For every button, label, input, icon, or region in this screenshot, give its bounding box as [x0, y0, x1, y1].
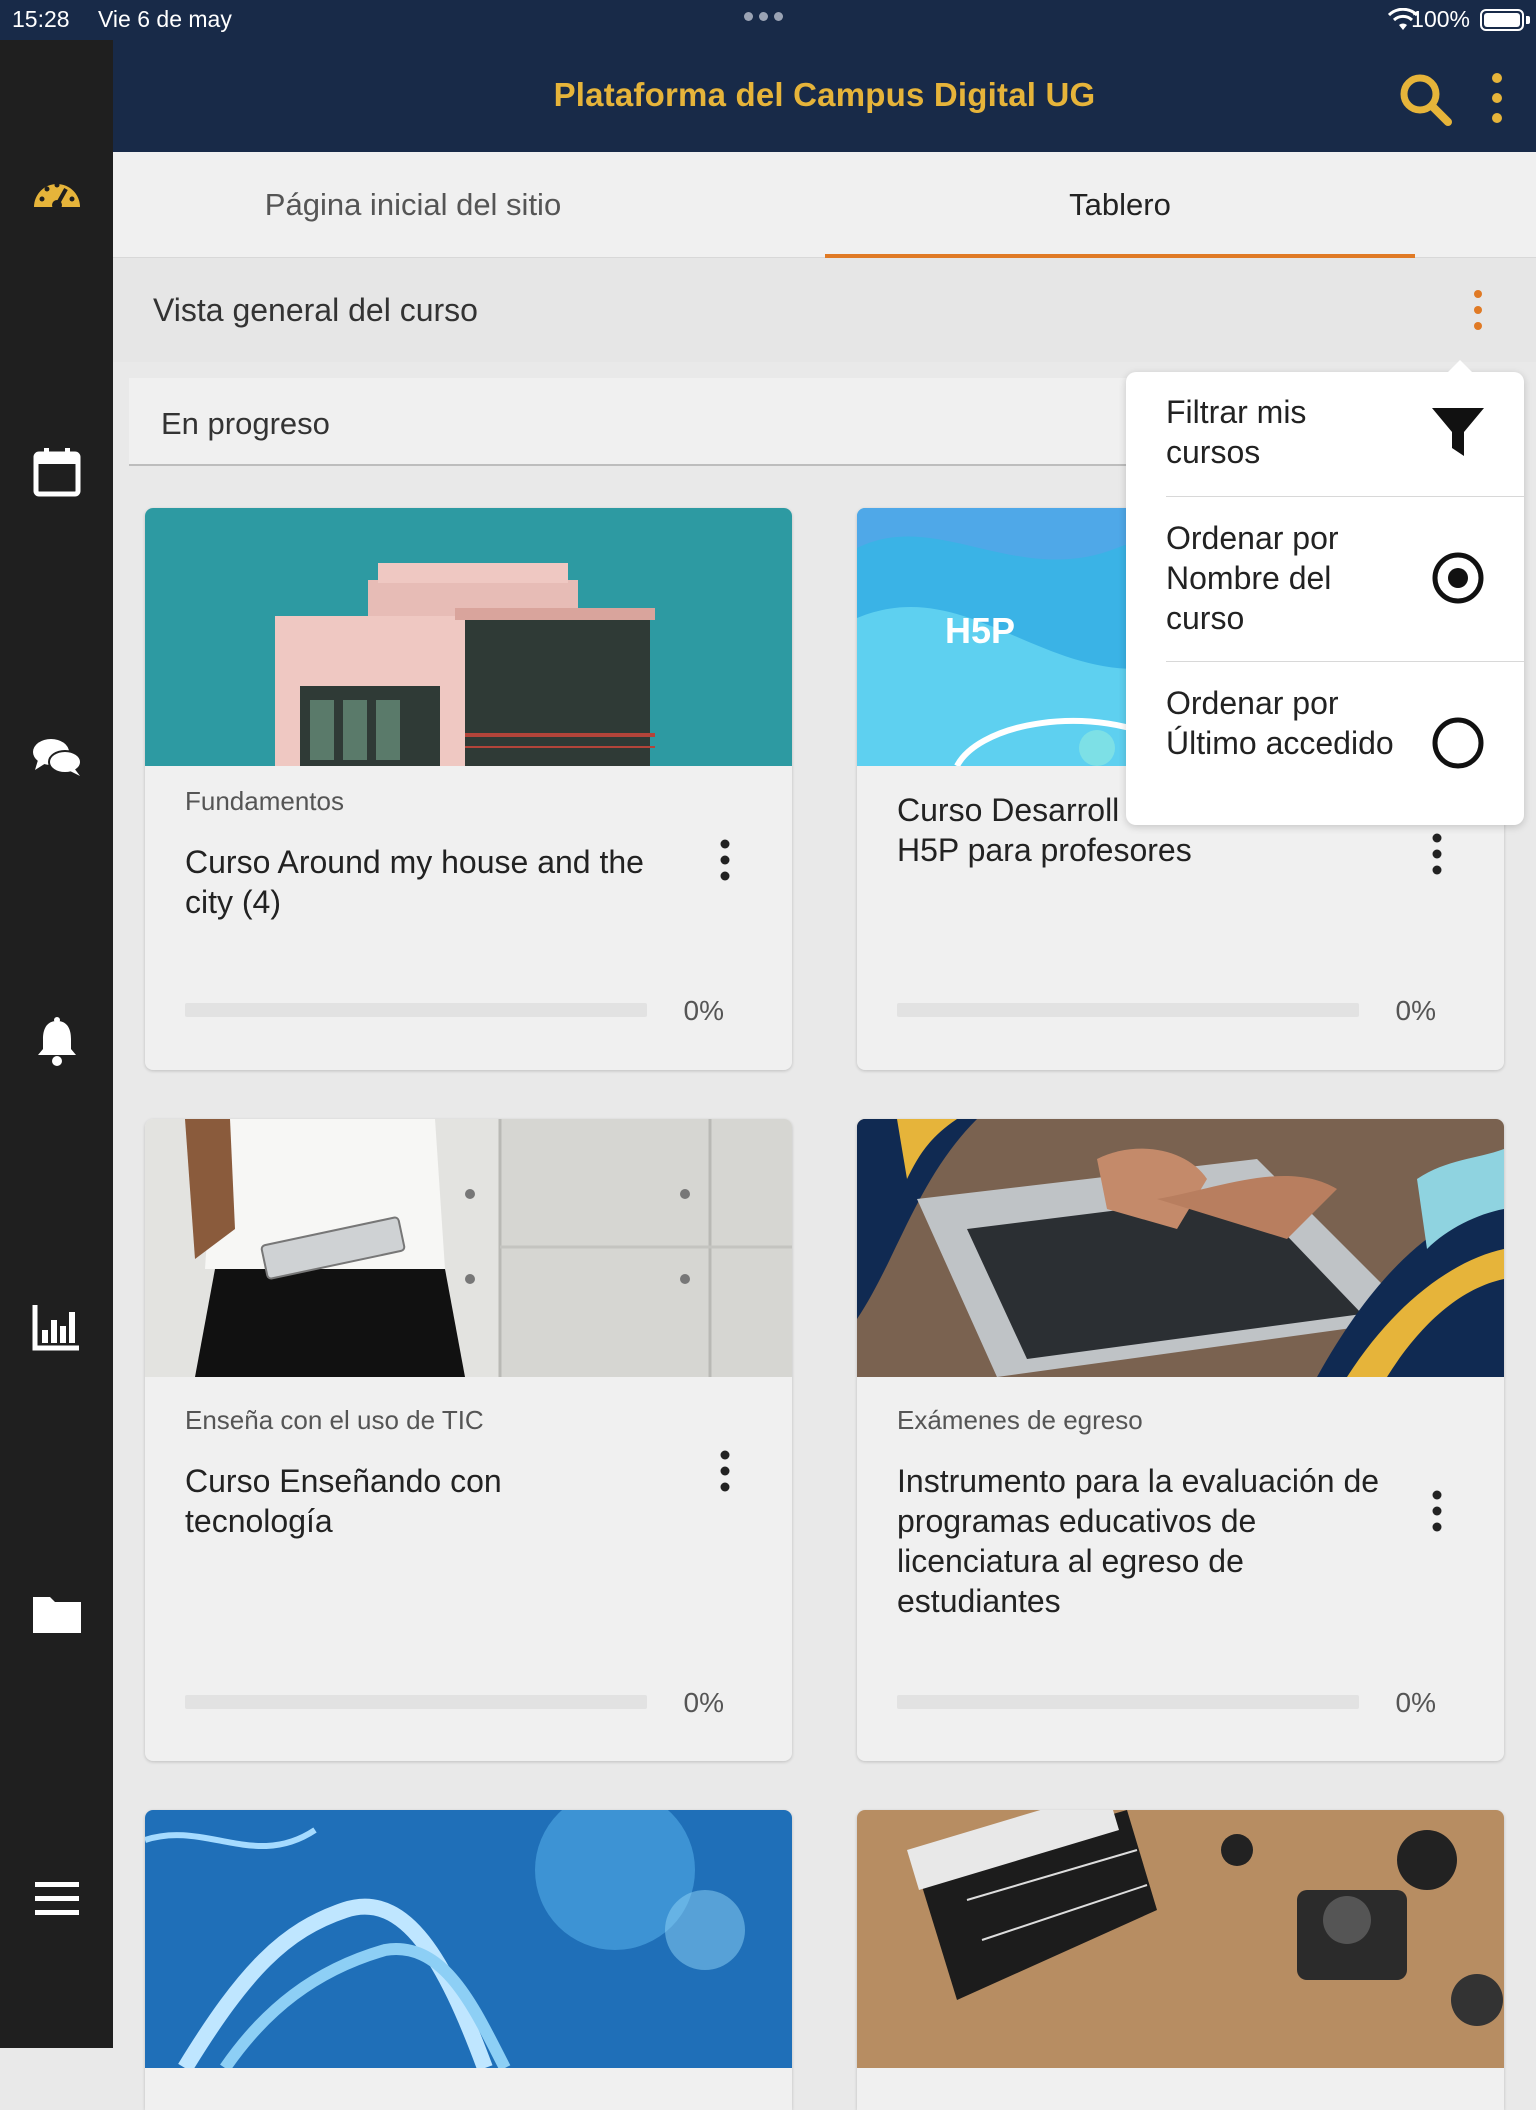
tab-bar: Página inicial del sitio Tablero: [113, 152, 1536, 258]
course-overview-menu: Filtrar mis cursos Ordenar por Nombre de…: [1126, 360, 1524, 825]
course-overview-header: Vista general del curso: [113, 258, 1536, 362]
search-icon[interactable]: [1396, 70, 1454, 128]
filter-selected-value: En progreso: [161, 406, 330, 441]
course-progress-label: 0%: [1395, 995, 1436, 1026]
course-progress-bar: [897, 1695, 1359, 1709]
menu-item-label: Ordenar por Nombre del curso: [1166, 520, 1339, 636]
tab-dashboard[interactable]: Tablero: [825, 152, 1415, 258]
course-progress-bar: [185, 1695, 647, 1709]
course-category: Enseña con el uso de TIC: [185, 1405, 484, 1435]
files-icon[interactable]: [28, 1585, 86, 1643]
radio-unselected-icon[interactable]: [1430, 715, 1486, 771]
course-progress-label: 0%: [683, 1687, 724, 1718]
course-card[interactable]: Exámenes de egreso Instrumento para la e…: [857, 1119, 1504, 1761]
course-card[interactable]: Fundamentos Curso Around my house and th…: [145, 508, 792, 1070]
app-title: Plataforma del Campus Digital UG: [553, 76, 1096, 113]
course-options-icon[interactable]: [1430, 1489, 1444, 1533]
course-image-laptop: [857, 1119, 1504, 1377]
calendar-icon[interactable]: [28, 443, 86, 501]
course-card[interactable]: [857, 1810, 1504, 2110]
menu-item-sort-last-accessed[interactable]: Ordenar por Último accedido: [1166, 661, 1524, 825]
status-bar: 15:28 Vie 6 de may 100%: [0, 0, 1536, 40]
course-name[interactable]: Curso Enseñando con tecnología: [185, 1461, 655, 1541]
course-options-icon[interactable]: [1430, 832, 1444, 876]
course-card[interactable]: [145, 1810, 792, 2110]
course-category: Exámenes de egreso: [897, 1405, 1143, 1435]
course-filter-select[interactable]: En progreso: [129, 378, 1129, 466]
course-name[interactable]: Curso Around my house and the city (4): [185, 842, 655, 922]
dashboard-icon[interactable]: [28, 163, 86, 221]
course-image-film: [857, 1810, 1504, 2068]
radio-selected-icon[interactable]: [1430, 550, 1486, 606]
course-image-dna: [145, 1810, 792, 2068]
course-options-icon[interactable]: [718, 838, 732, 882]
multitask-dots-icon[interactable]: [744, 12, 783, 21]
course-progress-bar: [185, 1003, 647, 1017]
course-image-house: [145, 508, 792, 766]
messages-icon[interactable]: [28, 728, 86, 786]
menu-item-label: Ordenar por Último accedido: [1166, 685, 1394, 761]
course-image-student: [145, 1119, 792, 1377]
overview-options-icon[interactable]: [1468, 288, 1488, 332]
more-options-icon[interactable]: [1482, 68, 1512, 128]
course-card[interactable]: Enseña con el uso de TIC Curso Enseñando…: [145, 1119, 792, 1761]
sidebar: [0, 40, 113, 2048]
filter-icon: [1432, 408, 1484, 456]
course-progress-bar: [897, 1003, 1359, 1017]
battery-percent: 100%: [1411, 6, 1470, 32]
status-time: 15:28: [12, 6, 70, 32]
course-progress-label: 0%: [683, 995, 724, 1026]
grades-icon[interactable]: [28, 1298, 86, 1356]
course-category: Fundamentos: [185, 786, 344, 816]
course-options-icon[interactable]: [718, 1449, 732, 1493]
menu-item-label: Filtrar mis cursos: [1166, 394, 1307, 470]
menu-item-filter[interactable]: Filtrar mis cursos: [1166, 372, 1524, 497]
course-name[interactable]: Instrumento para la evaluación de progra…: [897, 1461, 1387, 1621]
menu-item-sort-name[interactable]: Ordenar por Nombre del curso: [1166, 496, 1524, 662]
course-overview-title: Vista general del curso: [153, 292, 478, 328]
notifications-icon[interactable]: [28, 1013, 86, 1071]
battery-icon: [1480, 9, 1524, 31]
tab-home[interactable]: Página inicial del sitio: [113, 152, 713, 258]
course-progress-label: 0%: [1395, 1687, 1436, 1718]
app-header: Plataforma del Campus Digital UG: [113, 40, 1536, 152]
h5p-logo-text: H5P: [945, 610, 1015, 651]
status-date: Vie 6 de may: [98, 6, 232, 32]
menu-icon[interactable]: [28, 1870, 86, 1928]
